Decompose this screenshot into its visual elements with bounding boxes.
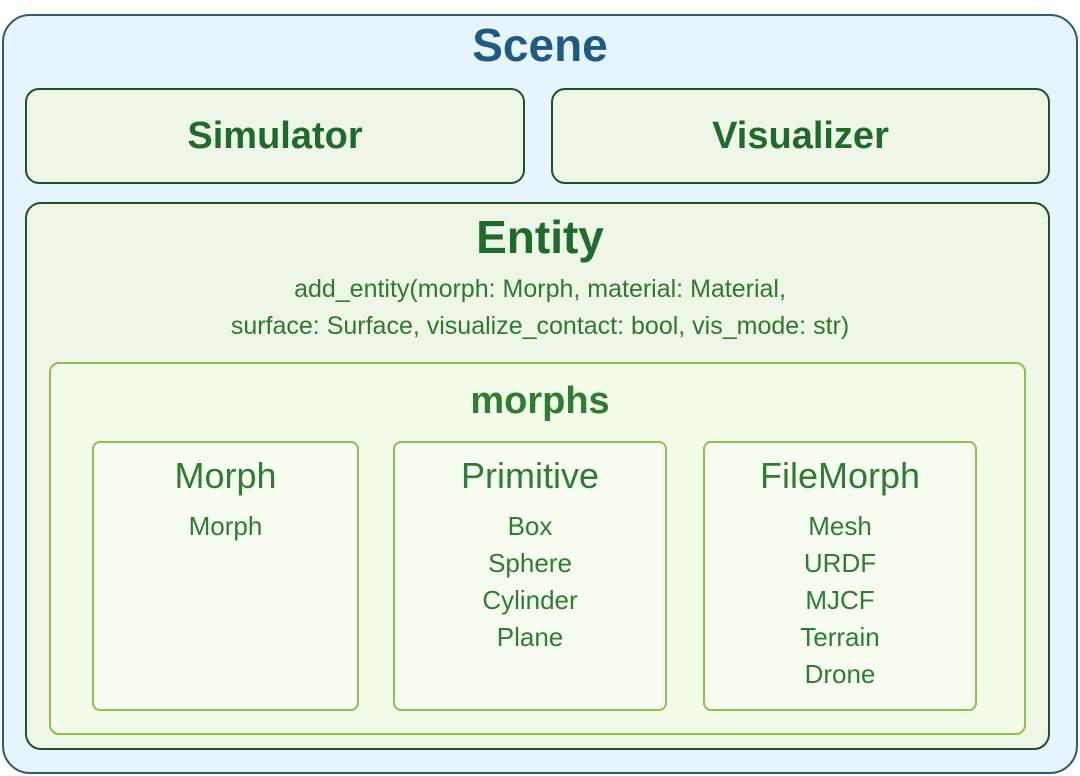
- entity-signature-line-2: surface: Surface, visualize_contact: boo…: [230, 312, 850, 340]
- morph-item: URDF: [803, 548, 877, 578]
- morph-item: Terrain: [800, 622, 880, 652]
- morph-item: Morph: [188, 511, 263, 541]
- morph-group-items: Box Sphere Cylinder Plane: [395, 508, 665, 656]
- morph-group-primitive: Primitive Box Sphere Cylinder Plane: [393, 441, 667, 711]
- visualizer-box: Visualizer: [551, 88, 1050, 184]
- visualizer-label: Visualizer: [712, 114, 889, 157]
- entity-signature-line-1: add_entity(morph: Morph, material: Mater…: [294, 275, 786, 303]
- entity-title: Entity: [476, 211, 604, 263]
- morph-group-morph: Morph Morph: [92, 441, 359, 711]
- morph-item: Mesh: [808, 511, 872, 541]
- morph-group-title: Primitive: [460, 455, 599, 496]
- morph-item: MJCF: [805, 585, 875, 615]
- simulator-label: Simulator: [187, 114, 363, 157]
- morph-group-title: Morph: [174, 455, 277, 496]
- morph-group-items: Morph: [94, 508, 357, 545]
- scene-title: Scene: [472, 19, 608, 71]
- morph-group-items: Mesh URDF MJCF Terrain Drone: [705, 508, 975, 693]
- morph-group-title: FileMorph: [759, 455, 921, 496]
- morph-item: Sphere: [488, 548, 572, 578]
- morph-item: Drone: [804, 659, 876, 689]
- morph-item: Cylinder: [482, 585, 578, 615]
- morphs-title: morphs: [470, 380, 610, 422]
- morph-item: Box: [507, 511, 553, 541]
- simulator-box: Simulator: [25, 88, 525, 184]
- morph-item: Plane: [496, 622, 564, 652]
- morph-group-filemorph: FileMorph Mesh URDF MJCF Terrain Drone: [703, 441, 977, 711]
